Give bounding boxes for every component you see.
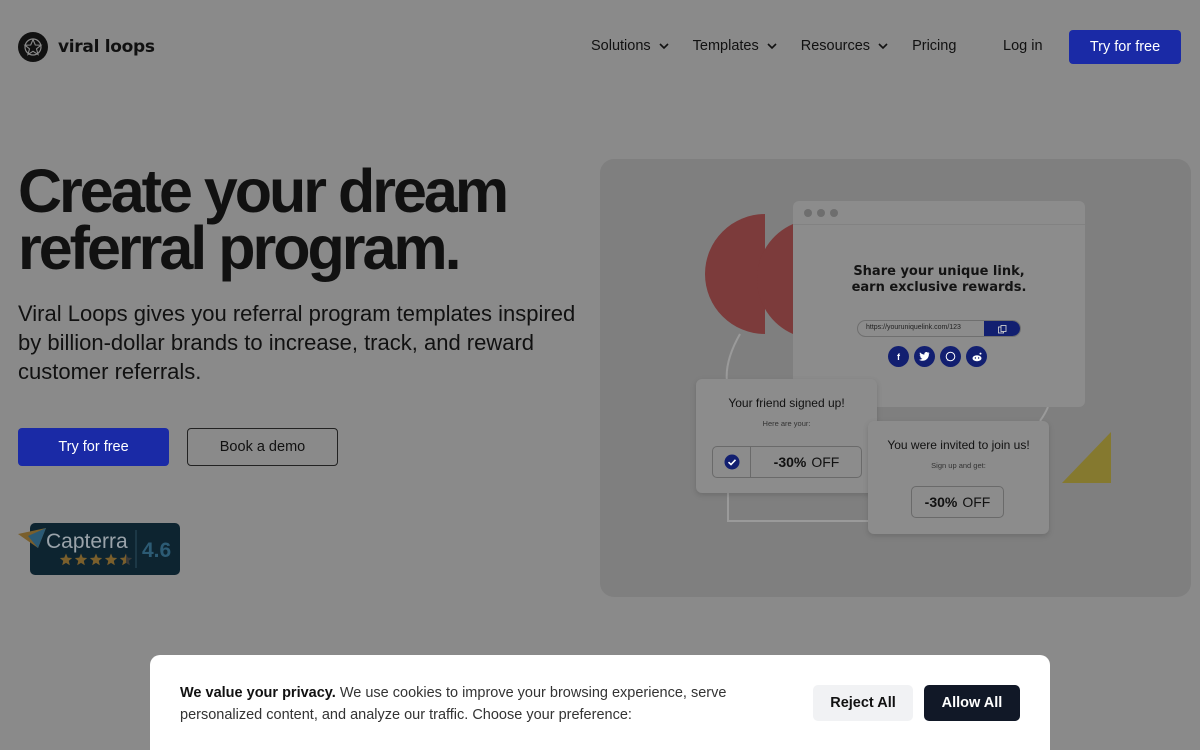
menu-item-solutions[interactable]: Solutions [591, 38, 669, 54]
book-demo-button[interactable]: Book a demo [187, 428, 338, 466]
reddit-icon [966, 346, 987, 367]
discount-value: -30% [773, 454, 807, 470]
reject-all-button[interactable]: Reject All [813, 685, 913, 721]
browser-titlebar [793, 201, 1085, 225]
discount-suffix: OFF [811, 454, 840, 470]
capterra-brand: Capterra [46, 530, 128, 553]
discount-coupon: -30% OFF [712, 446, 862, 478]
share-title-line2: earn exclusive rewards. [851, 280, 1027, 295]
card-title: You were invited to join us! [887, 438, 1030, 452]
window-dot-icon [804, 208, 812, 217]
check-cell [713, 447, 751, 477]
capterra-rating: 4.6 [142, 539, 171, 562]
logo-text: viral loops [58, 37, 155, 57]
unique-link-text: https://youruniquelink.com/123 [866, 324, 961, 331]
share-title-line1: Share your unique link, [853, 264, 1025, 279]
cookie-lead: We value your privacy. [180, 685, 336, 701]
connector-line [1039, 406, 1049, 422]
chevron-down-icon [878, 42, 888, 49]
browser-mockup: Share your unique link, earn exclusive r… [793, 201, 1085, 407]
cookie-banner: We value your privacy. We use cookies to… [150, 655, 1050, 750]
allow-all-button[interactable]: Allow All [924, 685, 1020, 721]
check-circle-icon [724, 454, 739, 470]
card-subtitle: Sign up and get: [931, 461, 986, 470]
menu-item-label: Solutions [591, 38, 651, 54]
try-for-free-button[interactable]: Try for free [1069, 30, 1181, 64]
facebook-icon: f [888, 346, 909, 367]
unique-link-field: https://youruniquelink.com/123 [857, 320, 1021, 337]
menu-item-pricing[interactable]: Pricing [912, 38, 956, 54]
hero-title: Create your dream referral program. [18, 161, 578, 279]
logo[interactable]: viral loops [18, 32, 155, 62]
chevron-down-icon [659, 42, 669, 49]
card-title: Your friend signed up! [728, 396, 845, 410]
yellow-triangle [1062, 432, 1111, 483]
red-half-circle-left [705, 214, 765, 334]
cookie-message: We value your privacy. We use cookies to… [180, 682, 760, 726]
friend-signed-up-card: Your friend signed up! Here are your: -3… [696, 379, 877, 493]
hero-subtitle: Viral Loops gives you referral program t… [18, 301, 576, 384]
hero-illustration: Share your unique link, earn exclusive r… [600, 159, 1191, 597]
window-dot-icon [817, 208, 825, 217]
share-title: Share your unique link, earn exclusive r… [793, 264, 1085, 296]
connector-line [727, 489, 870, 522]
capterra-badge[interactable]: Capterra 4.6 [18, 522, 181, 576]
login-link[interactable]: Log in [1003, 38, 1043, 54]
invited-card: You were invited to join us! Sign up and… [868, 421, 1049, 534]
hero-try-for-free-button[interactable]: Try for free [18, 428, 169, 466]
main-menu: Solutions Templates Resources Pricing [591, 38, 980, 54]
copy-icon [984, 321, 1020, 336]
discount-coupon: -30% OFF [911, 486, 1004, 518]
menu-item-label: Pricing [912, 38, 957, 54]
hero-title-line2: referral program. [18, 214, 462, 282]
menu-item-templates[interactable]: Templates [693, 38, 777, 54]
card-subtitle: Here are your: [762, 419, 811, 428]
menu-item-label: Resources [800, 38, 871, 54]
discount-suffix: OFF [962, 494, 991, 510]
chevron-down-icon [767, 42, 777, 49]
social-share-icons: f [888, 346, 987, 367]
menu-item-resources[interactable]: Resources [801, 38, 888, 54]
discount-value: -30% [924, 494, 958, 510]
window-dot-icon [830, 208, 838, 217]
twitter-icon [914, 346, 935, 367]
whatsapp-icon [940, 346, 961, 367]
coupon-text: -30% OFF [751, 447, 862, 477]
viral-loops-logo-icon [18, 32, 48, 62]
site-header: viral loops Solutions Templates Resource… [0, 0, 1200, 94]
menu-item-label: Templates [692, 38, 759, 54]
